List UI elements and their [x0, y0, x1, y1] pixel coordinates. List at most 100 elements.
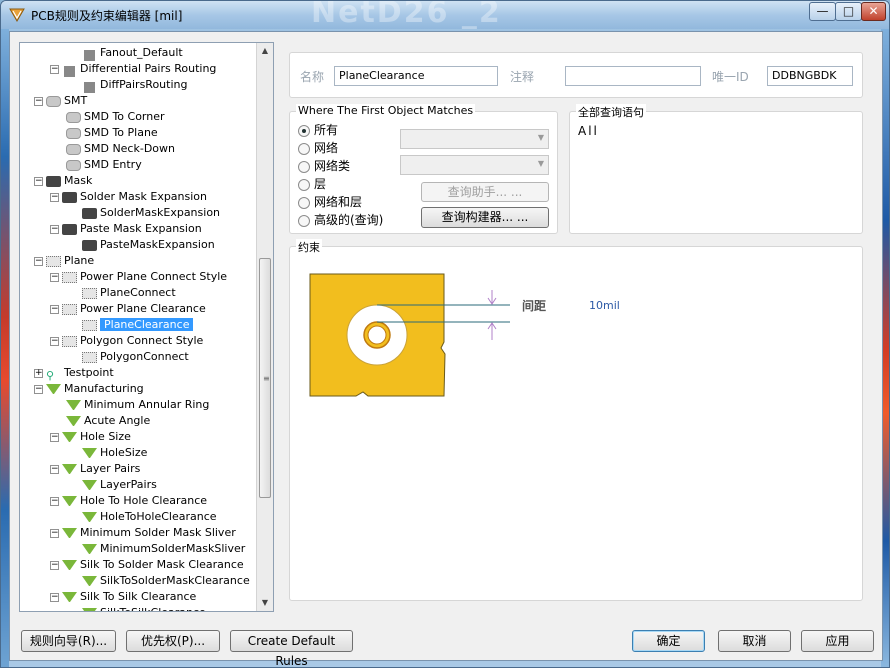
tree-node[interactable]: − Hole Size: [50, 429, 131, 445]
rule-tree[interactable]: Fanout_Default − Differential Pairs Routin…: [19, 42, 274, 612]
collapse-icon[interactable]: −: [34, 176, 43, 186]
comment-input[interactable]: [565, 66, 701, 86]
tree-node[interactable]: PlaneConnect: [82, 285, 176, 301]
tree-node[interactable]: PolygonConnect: [82, 349, 189, 365]
tree-node[interactable]: − Paste Mask Expansion: [50, 221, 202, 237]
match-option-radio[interactable]: 网络和层: [298, 194, 362, 210]
tree-node[interactable]: − Manufacturing: [34, 381, 144, 397]
collapse-icon[interactable]: −: [50, 560, 59, 570]
scroll-up-arrow-icon[interactable]: ▲: [257, 43, 273, 59]
match-combo-2[interactable]: ▼: [400, 155, 549, 175]
tree-node[interactable]: DiffPairsRouting: [82, 77, 187, 93]
tree-node[interactable]: − Polygon Connect Style: [50, 333, 203, 349]
maximize-button[interactable]: □: [835, 2, 862, 21]
collapse-icon[interactable]: −: [50, 224, 59, 234]
match-option-radio[interactable]: 网络类: [298, 158, 350, 174]
tree-node[interactable]: SolderMaskExpansion: [82, 205, 220, 221]
priorities-button[interactable]: 优先权(P)...: [126, 630, 220, 652]
tree-node[interactable]: SilkToSolderMaskClearance: [82, 573, 250, 589]
collapse-icon[interactable]: −: [50, 432, 59, 442]
radio-button[interactable]: [298, 142, 310, 155]
tree-node[interactable]: Minimum Annular Ring: [66, 397, 209, 413]
create-default-rules-button[interactable]: Create Default Rules: [230, 630, 353, 667]
collapse-icon[interactable]: −: [34, 384, 43, 394]
tree-node[interactable]: MinimumSolderMaskSliver: [82, 541, 245, 557]
tree-node[interactable]: + ⚲ Testpoint: [34, 365, 114, 382]
collapse-icon[interactable]: −: [50, 464, 59, 474]
collapse-icon[interactable]: −: [50, 336, 59, 346]
tree-node[interactable]: − Hole To Hole Clearance: [50, 493, 207, 509]
constraint-group: 约束 间距 10mil: [289, 239, 863, 601]
tree-scrollbar[interactable]: ▲ ≡ ▼: [256, 43, 273, 611]
scroll-down-arrow-icon[interactable]: ▼: [257, 595, 273, 611]
tree-node[interactable]: Fanout_Default: [82, 45, 183, 61]
tree-node[interactable]: − Plane: [34, 253, 94, 269]
radio-button[interactable]: [298, 124, 310, 137]
tree-node[interactable]: − SMT: [34, 93, 87, 109]
tree-node[interactable]: SMD Neck-Down: [66, 141, 175, 157]
tree-node-label: Power Plane Connect Style: [80, 270, 228, 283]
tree-node[interactable]: − Silk To Solder Mask Clearance: [50, 557, 244, 573]
apply-button[interactable]: 应用: [801, 630, 874, 652]
tree-node[interactable]: HoleToHoleClearance: [82, 509, 217, 525]
uid-input[interactable]: DDBNGBDK: [767, 66, 853, 86]
tree-node-label: Minimum Annular Ring: [84, 398, 210, 411]
rule-wizard-button[interactable]: 规则向导(R)...: [21, 630, 116, 652]
collapse-icon[interactable]: −: [50, 192, 59, 202]
smt-icon: [66, 111, 81, 123]
collapse-icon[interactable]: −: [50, 304, 59, 314]
collapse-icon[interactable]: −: [50, 592, 59, 602]
match-combo-1[interactable]: ▼: [400, 129, 549, 149]
full-query-text[interactable]: All: [578, 124, 599, 138]
match-option-radio[interactable]: 所有: [298, 122, 338, 138]
tree-node[interactable]: − Power Plane Connect Style: [50, 269, 227, 285]
scroll-thumb[interactable]: ≡: [259, 258, 271, 498]
tree-node[interactable]: SMD To Plane: [66, 125, 158, 141]
match-option-radio[interactable]: 层: [298, 176, 326, 192]
object-match-title: Where The First Object Matches: [296, 104, 476, 117]
tree-node[interactable]: − Silk To Silk Clearance: [50, 589, 196, 605]
tree-node[interactable]: Acute Angle: [66, 413, 150, 429]
collapse-icon[interactable]: −: [50, 64, 59, 74]
collapse-icon[interactable]: −: [34, 96, 43, 106]
collapse-icon[interactable]: −: [34, 256, 43, 266]
match-option-radio[interactable]: 网络: [298, 140, 338, 156]
ok-button[interactable]: 确定: [632, 630, 705, 652]
manufacturing-icon: [82, 607, 97, 611]
close-button[interactable]: ✕: [861, 2, 886, 21]
name-input[interactable]: PlaneClearance: [334, 66, 498, 86]
tree-node[interactable]: SilkToSilkClearance: [82, 605, 206, 611]
tree-node[interactable]: − Power Plane Clearance: [50, 301, 206, 317]
radio-button[interactable]: [298, 178, 310, 191]
radio-button[interactable]: [298, 196, 310, 209]
collapse-icon[interactable]: −: [50, 272, 59, 282]
collapse-icon[interactable]: −: [50, 496, 59, 506]
title-bar[interactable]: PCB规则及约束编辑器 [mil] NetD26 _2 — □ ✕: [1, 1, 889, 30]
expand-icon[interactable]: +: [34, 368, 43, 378]
tree-node[interactable]: − Mask: [34, 173, 92, 189]
radio-button[interactable]: [298, 214, 310, 227]
manufacturing-icon: [82, 511, 97, 523]
tree-node[interactable]: − Layer Pairs: [50, 461, 140, 477]
tree-node[interactable]: SMD To Corner: [66, 109, 165, 125]
tree-node[interactable]: SMD Entry: [66, 157, 142, 173]
tree-node[interactable]: − Minimum Solder Mask Sliver: [50, 525, 236, 541]
cancel-button[interactable]: 取消: [718, 630, 791, 652]
match-option-radio[interactable]: 高级的(查询): [298, 212, 383, 228]
tree-node[interactable]: − Differential Pairs Routing: [50, 61, 216, 77]
minimize-button[interactable]: —: [809, 2, 836, 21]
manufacturing-icon: [62, 559, 77, 571]
query-builder-button[interactable]: 查询构建器... ...: [421, 207, 549, 228]
plane-icon: [62, 335, 77, 347]
clearance-value[interactable]: 10mil: [589, 299, 620, 312]
tree-node[interactable]: LayerPairs: [82, 477, 157, 493]
collapse-icon[interactable]: −: [50, 528, 59, 538]
tree-node[interactable]: PasteMaskExpansion: [82, 237, 215, 253]
full-query-group: 全部查询语句 All: [569, 104, 863, 234]
radio-button[interactable]: [298, 160, 310, 173]
tree-node[interactable]: HoleSize: [82, 445, 147, 461]
tree-node[interactable]: − Solder Mask Expansion: [50, 189, 207, 205]
tree-node[interactable]: PlaneClearance: [82, 317, 194, 333]
query-helper-button[interactable]: 查询助手... ...: [421, 182, 549, 202]
tree-node-label: Testpoint: [64, 366, 114, 379]
